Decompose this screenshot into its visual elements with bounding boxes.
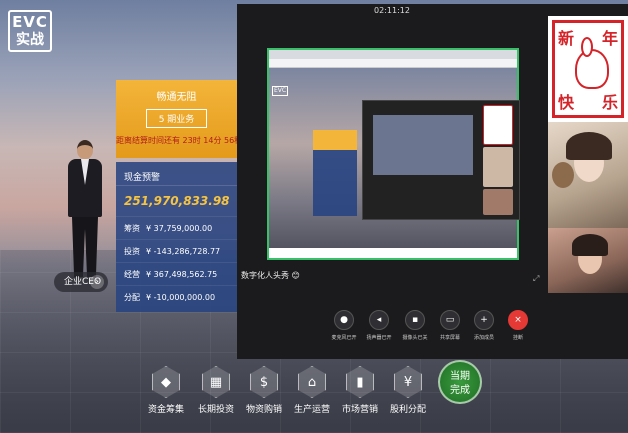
menu-item-marketing[interactable]: ▮ 市场营销 xyxy=(334,366,386,415)
cash-total: 251,970,833.98 xyxy=(124,194,230,208)
bottom-menu: ◆ 资金筹集 ▦ 长期投资 $ 物资购销 ⌂ 生产运营 ▮ 市场营销 ¥ 股利分… xyxy=(140,366,440,426)
shared-screen: EVC xyxy=(267,48,520,260)
screen-share-icon: ▭ xyxy=(440,310,460,330)
menu-item-dividend[interactable]: ¥ 股利分配 xyxy=(382,366,434,415)
house-icon: ⌂ xyxy=(298,366,326,398)
add-member-icon: + xyxy=(474,310,494,330)
participant-tile[interactable] xyxy=(548,122,628,228)
period-badge: 5 期业务 xyxy=(145,109,208,128)
add-member-button[interactable]: + 添加成员 xyxy=(466,310,502,341)
menu-item-fundraising[interactable]: ◆ 资金筹集 xyxy=(140,366,192,415)
logo-line2: 实战 xyxy=(16,32,44,48)
new-year-card: 新 年 快 乐 xyxy=(552,20,624,118)
mic-button[interactable]: ● 麦克风已开 xyxy=(326,310,362,341)
menu-item-long-term-investment[interactable]: ▦ 长期投资 xyxy=(190,366,242,415)
logo-line1: EVC xyxy=(12,13,48,31)
screen-share-button[interactable]: ▭ 共享屏幕 xyxy=(432,310,468,341)
smile-icon: 😊 xyxy=(291,271,300,280)
chevron-right-icon: › xyxy=(90,275,104,289)
hang-up-button[interactable]: × 挂断 xyxy=(500,310,536,341)
call-timer: 02:11:12 xyxy=(374,6,410,15)
participant-tile[interactable] xyxy=(548,228,628,293)
menu-item-procurement[interactable]: $ 物资购销 xyxy=(238,366,290,415)
period-panel: 畅通无阻 5 期业务 距离结算时间还有 23时 14分 56秒 xyxy=(116,80,243,158)
presenter-name: 数字化人头秀 😊 xyxy=(241,271,300,280)
cash-row: 经营 ¥ 367,498,562.75 xyxy=(116,262,237,285)
ceo-button[interactable]: 企业CEO › xyxy=(54,272,108,292)
speaker-icon: ◂ xyxy=(369,310,389,330)
rabbit-icon xyxy=(575,37,609,89)
fullscreen-icon[interactable]: ⤢ xyxy=(533,274,543,284)
bar-chart-icon: ▮ xyxy=(346,366,374,398)
camera-off-icon: ▪ xyxy=(405,310,425,330)
shared-app-view: EVC xyxy=(269,68,520,258)
money-bag-icon: $ xyxy=(250,366,278,398)
ceo-avatar xyxy=(62,140,108,280)
shared-logo: EVC xyxy=(272,86,289,96)
cash-row: 分配 ¥ -10,000,000.00 xyxy=(116,285,237,308)
period-complete-button[interactable]: 当期 完成 xyxy=(438,360,482,404)
camera-button[interactable]: ▪ 摄像头已关 xyxy=(397,310,433,341)
cash-row: 投资 ¥ -143,286,728.77 xyxy=(116,239,237,262)
nested-shared-window xyxy=(362,100,520,220)
microphone-icon: ● xyxy=(334,310,354,330)
cash-warning-panel: 现金预警 251,970,833.98 筹资 ¥ 37,759,000.00 投… xyxy=(116,162,237,312)
diamond-icon: ◆ xyxy=(152,366,180,398)
cash-header: 现金预警 xyxy=(116,162,237,186)
cash-row: 筹资 ¥ 37,759,000.00 xyxy=(116,216,237,239)
hang-up-icon: × xyxy=(508,310,528,330)
speaker-button[interactable]: ◂ 扬声器已开 xyxy=(361,310,397,341)
calculator-icon: ▦ xyxy=(202,366,230,398)
hand-coin-icon: ¥ xyxy=(394,366,422,398)
participant-tile[interactable]: 新 年 快 乐 xyxy=(548,16,628,122)
menu-item-operations[interactable]: ⌂ 生产运营 xyxy=(286,366,338,415)
settlement-countdown: 距离结算时间还有 23时 14分 56秒 xyxy=(116,136,243,145)
app-logo: EVC 实战 xyxy=(8,10,52,52)
period-title: 畅通无阻 xyxy=(156,92,197,103)
